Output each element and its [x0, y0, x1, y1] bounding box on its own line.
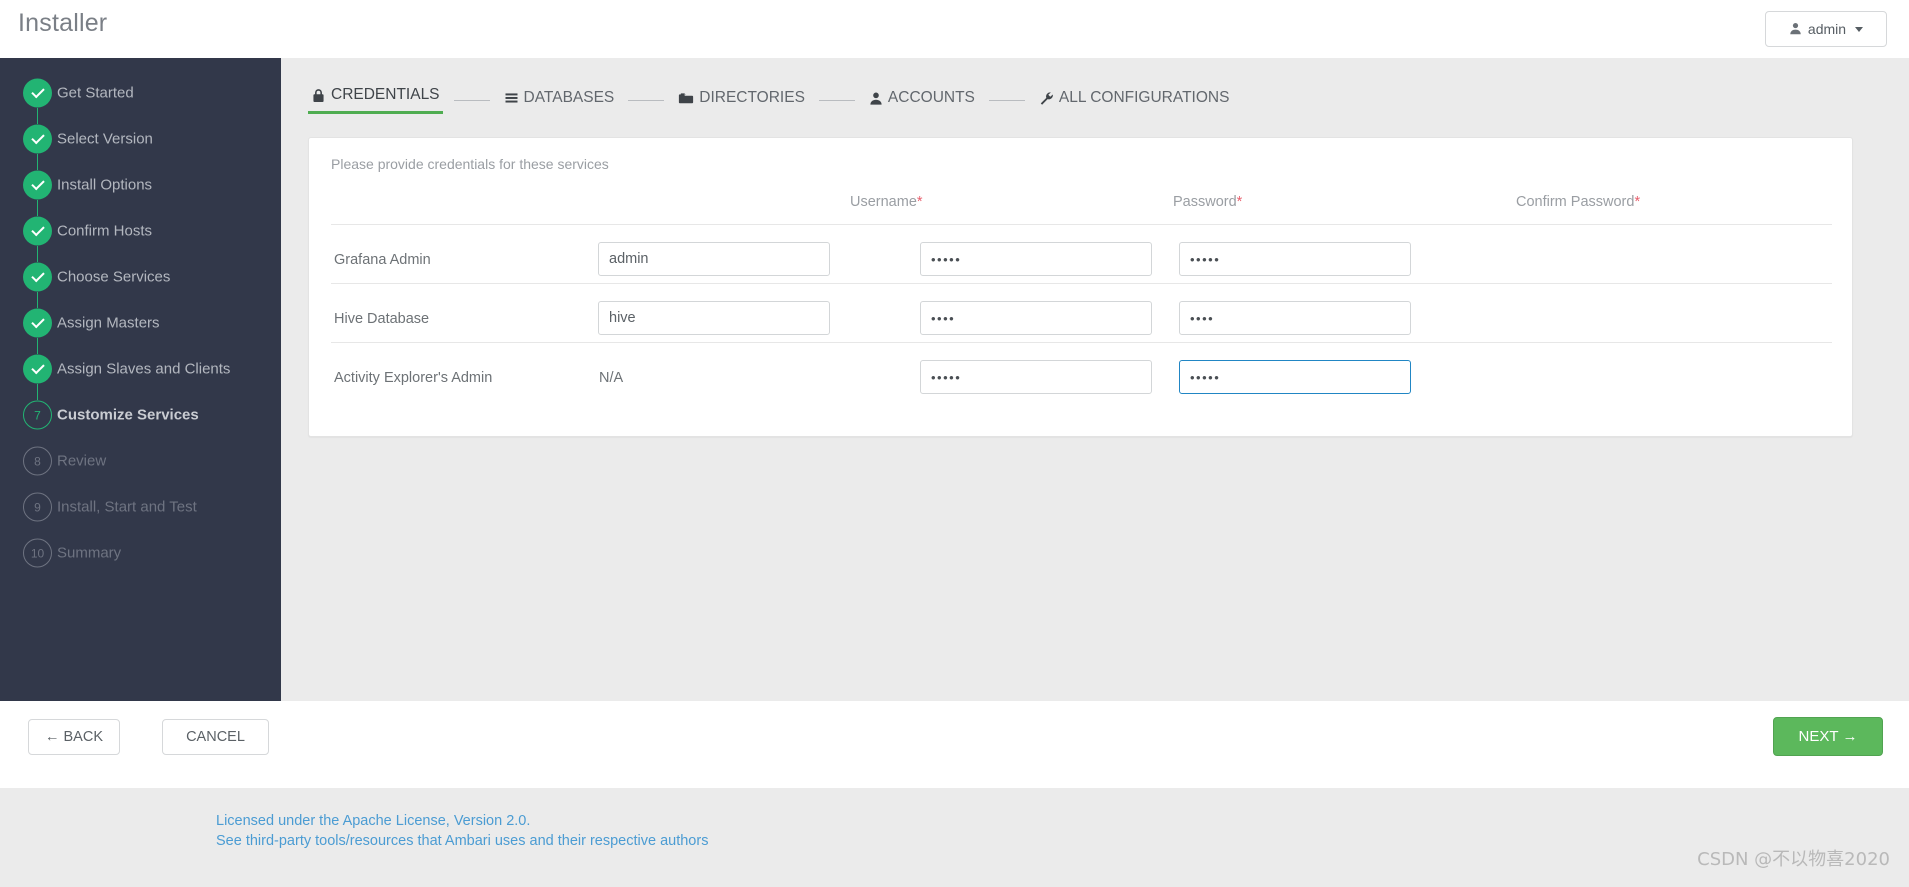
credentials-card: Please provide credentials for these ser… [308, 137, 1853, 437]
sidebar-step-label: Customize Services [57, 406, 199, 424]
column-header-username: Username* [850, 194, 923, 210]
tab-separator [988, 100, 1025, 101]
sidebar-step-label: Confirm Hosts [57, 222, 153, 240]
row-divider [331, 342, 1832, 343]
tab-databases[interactable]: DATABASES [501, 89, 618, 114]
back-button[interactable]: ← BACK [28, 719, 120, 755]
tab-directories[interactable]: DIRECTORIES [675, 89, 808, 114]
password-input[interactable] [920, 242, 1152, 276]
tab-label: DATABASES [523, 89, 615, 106]
sidebar-step-label: Install, Start and Test [57, 498, 197, 516]
sidebar-step-label: Install Options [57, 176, 153, 194]
check-icon [23, 124, 52, 154]
sidebar-step-label: Get Started [57, 84, 134, 102]
row-divider [331, 283, 1832, 284]
cancel-button[interactable]: CANCEL [162, 719, 269, 755]
service-name-label: Activity Explorer's Admin [334, 370, 493, 386]
column-header-password: Password* [1173, 194, 1243, 210]
next-button[interactable]: NEXT → [1773, 717, 1883, 756]
username-not-applicable: N/A [599, 370, 624, 386]
sidebar-step-label: Review [57, 452, 107, 470]
step-number-badge: 10 [23, 538, 52, 568]
tab-accounts[interactable]: ACCOUNTS [866, 89, 978, 114]
config-tabbar: CREDENTIALS DATABASES DIRECTORIES ACCOUNTS A… [308, 80, 1232, 114]
confirm-password-input[interactable] [1179, 301, 1411, 335]
wrench-icon [1039, 91, 1054, 106]
service-name-label: Grafana Admin [334, 252, 431, 268]
sidebar-step-label: Select Version [57, 130, 153, 148]
sidebar-step-label: Summary [57, 544, 122, 562]
sidebar-step-label: Assign Masters [57, 314, 160, 332]
watermark: CSDN @不以物喜2020 [1697, 849, 1890, 870]
check-icon [23, 308, 52, 338]
folder-icon [678, 91, 694, 106]
required-marker: * [1634, 194, 1641, 210]
person-icon [1789, 22, 1802, 37]
password-input[interactable] [920, 360, 1152, 394]
tab-separator [628, 100, 665, 101]
page-title: Installer [18, 9, 108, 37]
license-link[interactable]: Licensed under the Apache License, Versi… [216, 813, 530, 829]
check-icon [23, 262, 52, 292]
card-subtitle: Please provide credentials for these ser… [331, 156, 609, 172]
database-icon [504, 91, 519, 106]
wizard-action-bar: ← BACK CANCEL NEXT → [0, 701, 1909, 788]
lock-icon [311, 88, 326, 103]
tab-separator [818, 100, 855, 101]
sidebar-step-summary: 10 Summary [0, 525, 281, 581]
step-number-badge: 9 [23, 492, 52, 522]
sidebar-step-label: Choose Services [57, 268, 171, 286]
password-input[interactable] [920, 301, 1152, 335]
check-icon [23, 170, 52, 200]
user-menu-button[interactable]: admin [1765, 11, 1887, 47]
step-number-badge: 7 [23, 400, 52, 430]
tab-label: ACCOUNTS [887, 89, 975, 106]
check-icon [23, 78, 52, 108]
service-name-label: Hive Database [334, 311, 430, 327]
app-header: Installer admin [0, 0, 1909, 58]
tab-label: ALL CONFIGURATIONS [1058, 89, 1230, 106]
check-icon [23, 354, 52, 384]
confirm-password-input[interactable] [1179, 242, 1411, 276]
person-icon [869, 91, 883, 106]
wizard-sidebar: Get Started Select Version Install Options… [0, 58, 281, 701]
required-marker: * [1236, 194, 1243, 210]
main-content: CREDENTIALS DATABASES DIRECTORIES ACCOUNTS A… [281, 58, 1909, 701]
tab-label: CREDENTIALS [331, 86, 440, 103]
confirm-password-input[interactable] [1179, 360, 1411, 394]
sidebar-step-label: Assign Slaves and Clients [57, 360, 231, 378]
username-input[interactable] [598, 301, 830, 335]
check-icon [23, 216, 52, 246]
tab-credentials[interactable]: CREDENTIALS [308, 86, 443, 114]
user-menu-label: admin [1807, 21, 1847, 37]
username-input[interactable] [598, 242, 830, 276]
required-marker: * [916, 194, 923, 210]
tab-separator [453, 100, 490, 101]
column-header-confirm-password: Confirm Password* [1516, 194, 1641, 210]
tab-label: DIRECTORIES [699, 89, 805, 106]
row-divider [331, 224, 1832, 225]
page-footer: Licensed under the Apache License, Versi… [0, 788, 1909, 887]
step-number-badge: 8 [23, 446, 52, 476]
tab-all-configurations[interactable]: ALL CONFIGURATIONS [1036, 89, 1233, 114]
third-party-link[interactable]: See third-party tools/resources that Amb… [216, 833, 708, 849]
chevron-down-icon [1855, 26, 1864, 32]
